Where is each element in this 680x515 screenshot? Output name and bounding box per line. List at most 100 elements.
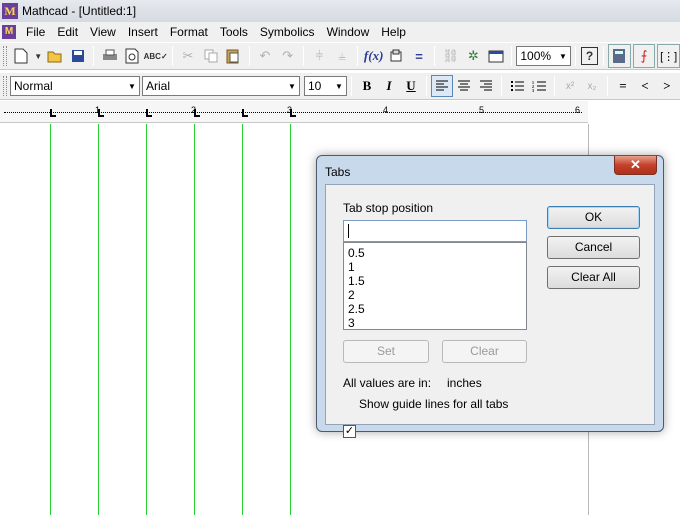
- show-guide-lines-checkbox[interactable]: ✓: [343, 425, 356, 438]
- undo-icon[interactable]: ↶: [255, 45, 276, 67]
- document-icon[interactable]: M: [2, 25, 16, 39]
- resource-center-icon[interactable]: [486, 45, 507, 67]
- tab-stop-marker[interactable]: [146, 109, 152, 117]
- new-dropdown-icon[interactable]: ▼: [34, 45, 43, 67]
- ruler[interactable]: 1 2 3 4 5 6: [0, 101, 588, 123]
- boolean-equal-button[interactable]: =: [612, 75, 634, 97]
- calculate-icon[interactable]: =: [409, 45, 430, 67]
- toolbar-separator: [171, 46, 173, 66]
- insert-hyperlink-icon[interactable]: ⛓: [440, 45, 461, 67]
- toolbar-separator: [93, 46, 95, 66]
- toolbar-separator: [574, 46, 576, 66]
- calculator-toolbar-icon[interactable]: [608, 44, 631, 68]
- align-down-icon[interactable]: ⫨: [332, 45, 353, 67]
- toolbar-grip[interactable]: [3, 76, 7, 96]
- graph-toolbar-icon[interactable]: ⨍: [632, 44, 656, 68]
- chevron-down-icon: ▼: [335, 81, 343, 91]
- subscript-icon[interactable]: x₂: [581, 75, 603, 97]
- tab-stop-marker[interactable]: [242, 109, 248, 117]
- list-item[interactable]: 1.5: [348, 274, 522, 288]
- chevron-down-icon: ▼: [128, 81, 136, 91]
- paste-icon[interactable]: [223, 45, 244, 67]
- menu-insert[interactable]: Insert: [122, 25, 164, 39]
- menu-symbolics[interactable]: Symbolics: [254, 25, 321, 39]
- zoom-select[interactable]: 100% ▼: [516, 46, 571, 66]
- italic-button[interactable]: I: [378, 75, 400, 97]
- dialog-body: Tab stop position 0.5 1 1.5 2 2.5 3 OK C…: [325, 184, 655, 438]
- chevron-down-icon: ▼: [559, 51, 567, 61]
- toolbar-separator: [501, 76, 502, 96]
- superscript-icon[interactable]: x²: [559, 75, 581, 97]
- tab-guide-line: [146, 124, 147, 515]
- formatting-toolbar: Normal ▼ Arial ▼ 10 ▼ B I U 123 x² x₂ = …: [0, 72, 680, 100]
- underline-button[interactable]: U: [400, 75, 422, 97]
- tab-guide-line: [242, 124, 243, 515]
- print-icon[interactable]: [99, 45, 120, 67]
- svg-text:3: 3: [532, 88, 534, 92]
- spell-check-icon[interactable]: ABC✓: [144, 45, 168, 67]
- list-item[interactable]: 1: [348, 260, 522, 274]
- cancel-button[interactable]: Cancel: [547, 236, 640, 259]
- tab-guide-line: [194, 124, 195, 515]
- save-icon[interactable]: [68, 45, 89, 67]
- toolbar-grip[interactable]: [3, 46, 7, 66]
- copy-icon[interactable]: [200, 45, 221, 67]
- print-preview-icon[interactable]: [122, 45, 143, 67]
- tab-stop-list[interactable]: 0.5 1 1.5 2 2.5 3: [343, 242, 527, 330]
- menu-tools[interactable]: Tools: [214, 25, 254, 39]
- redo-icon[interactable]: ↷: [277, 45, 298, 67]
- menu-file[interactable]: File: [20, 25, 51, 39]
- matrix-toolbar-icon[interactable]: [⋮]: [657, 44, 680, 68]
- ruler-mark-6: 6: [575, 105, 581, 115]
- font-select[interactable]: Arial ▼: [142, 76, 300, 96]
- list-item[interactable]: 0.5: [348, 246, 522, 260]
- ruler-mark-2: 2: [191, 105, 197, 115]
- tab-stop-label: Tab stop position: [343, 201, 434, 215]
- list-item[interactable]: 2.5: [348, 302, 522, 316]
- insert-function-icon[interactable]: f(x): [363, 45, 384, 67]
- text-caret: [348, 224, 349, 238]
- align-across-icon[interactable]: ⫩: [309, 45, 330, 67]
- align-center-icon[interactable]: [453, 75, 475, 97]
- mathcad-logo-icon: M: [2, 3, 18, 19]
- tab-guide-line: [98, 124, 99, 515]
- ruler-mark-3: 3: [287, 105, 293, 115]
- help-icon[interactable]: ?: [580, 47, 598, 65]
- greater-than-button[interactable]: >: [656, 75, 678, 97]
- bullets-icon[interactable]: [506, 75, 528, 97]
- font-size-select[interactable]: 10 ▼: [304, 76, 347, 96]
- show-guide-lines-label[interactable]: Show guide lines for all tabs: [359, 397, 508, 411]
- new-document-icon[interactable]: [11, 45, 32, 67]
- list-item[interactable]: 3: [348, 316, 522, 330]
- component-wizard-icon[interactable]: ✲: [463, 45, 484, 67]
- standard-toolbar: ▼ ABC✓ ✂ ↶ ↷ ⫩ ⫨ f(x) = ⛓ ✲ 100% ▼ ? ⨍ […: [0, 42, 680, 70]
- insert-unit-icon[interactable]: [386, 45, 407, 67]
- open-folder-icon[interactable]: [45, 45, 66, 67]
- less-than-button[interactable]: <: [634, 75, 656, 97]
- tab-stop-marker[interactable]: [50, 109, 56, 117]
- tabs-dialog: Tabs ✕ Tab stop position 0.5 1 1.5 2 2.5…: [316, 155, 664, 438]
- cut-icon[interactable]: ✂: [178, 45, 199, 67]
- numbering-icon[interactable]: 123: [528, 75, 550, 97]
- ok-button[interactable]: OK: [547, 206, 640, 229]
- menu-help[interactable]: Help: [375, 25, 412, 39]
- toolbar-separator: [607, 76, 608, 96]
- clear-button[interactable]: Clear: [442, 340, 527, 363]
- menu-format[interactable]: Format: [164, 25, 214, 39]
- set-button[interactable]: Set: [343, 340, 429, 363]
- dialog-title: Tabs: [325, 165, 351, 179]
- tab-stop-input[interactable]: [343, 220, 527, 242]
- style-select[interactable]: Normal ▼: [10, 76, 140, 96]
- close-icon[interactable]: ✕: [614, 156, 657, 175]
- clear-all-button[interactable]: Clear All: [547, 266, 640, 289]
- align-right-icon[interactable]: [475, 75, 497, 97]
- bold-button[interactable]: B: [356, 75, 378, 97]
- menu-edit[interactable]: Edit: [51, 25, 84, 39]
- toolbar-separator: [511, 46, 513, 66]
- list-item[interactable]: 2: [348, 288, 522, 302]
- units-label: All values are in:: [343, 376, 432, 390]
- menu-view[interactable]: View: [84, 25, 122, 39]
- ruler-mark-5: 5: [479, 105, 485, 115]
- align-left-icon[interactable]: [431, 75, 453, 97]
- menu-window[interactable]: Window: [321, 25, 376, 39]
